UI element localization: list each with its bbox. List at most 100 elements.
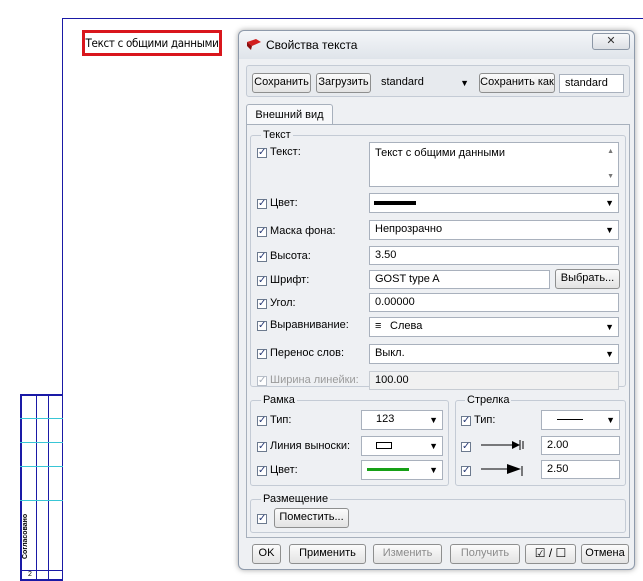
text-properties-dialog: Свойства текста ✕ Сохранить Загрузить st… (238, 30, 635, 570)
save-button[interactable]: Сохранить (252, 73, 311, 93)
angle-label: Угол: (270, 297, 296, 309)
height-input[interactable]: 3.50 (369, 246, 619, 265)
grid-line (20, 442, 63, 443)
angle-checkbox[interactable]: ✓ (257, 299, 267, 309)
apply-button[interactable]: Применить (289, 544, 366, 564)
text-content-value: Текст с общими данными (375, 147, 505, 159)
mask-label: Маска фона: (270, 225, 336, 237)
style-select-value: standard (381, 76, 424, 88)
wrap-checkbox[interactable]: ✓ (257, 349, 267, 359)
font-label: Шрифт: (270, 274, 310, 286)
chevron-down-icon: ▼ (605, 322, 614, 332)
frame-type-label: Тип: (270, 414, 292, 426)
arrow-type-select[interactable]: ▼ (541, 410, 620, 430)
scroll-down-icon[interactable]: ▼ (607, 170, 614, 184)
placement-group-title: Размещение (261, 493, 331, 505)
cancel-button[interactable]: Отмена (581, 544, 629, 564)
arrow-size2-input[interactable]: 2.50 (541, 460, 620, 479)
toggle-all-checkboxes-button[interactable]: ☑ / ☐ (525, 544, 576, 564)
text-checkbox[interactable]: ✓ (257, 148, 267, 158)
leader-checkbox[interactable]: ✓ (257, 442, 267, 452)
frame-color-label: Цвет: (270, 464, 298, 476)
choose-font-button[interactable]: Выбрать... (555, 269, 620, 289)
chevron-down-icon: ▼ (429, 441, 438, 451)
line-width-input: 100.00 (369, 371, 619, 390)
dialog-titlebar[interactable]: Свойства текста ✕ (239, 31, 634, 59)
line-width-label: Ширина линейки: (270, 374, 359, 386)
arrow-size1-input[interactable]: 2.00 (541, 436, 620, 455)
arrow-size1-checkbox[interactable]: ✓ (461, 442, 471, 452)
text-group-title: Текст (261, 129, 293, 141)
modify-button: Изменить (373, 544, 442, 564)
grid-line (20, 500, 63, 501)
frame-group-title: Рамка (261, 394, 297, 406)
font-input[interactable]: GOST type A (369, 270, 550, 289)
frame-color-checkbox[interactable]: ✓ (257, 466, 267, 476)
height-label: Высота: (270, 250, 311, 262)
color-label: Цвет: (270, 197, 298, 209)
chevron-down-icon: ▼ (429, 415, 438, 425)
scroll-up-icon[interactable]: ▲ (607, 145, 614, 159)
leader-select[interactable]: ▼ (361, 436, 443, 456)
placement-checkbox[interactable]: ✓ (257, 514, 267, 524)
frame-type-select[interactable]: 123 ▼ (361, 410, 443, 430)
frame-type-value: 123 (376, 413, 395, 425)
sheet-border-top (62, 18, 643, 19)
ok-button[interactable]: OK (252, 544, 281, 564)
place-button[interactable]: Поместить... (274, 508, 349, 528)
close-button[interactable]: ✕ (592, 33, 630, 50)
color-checkbox[interactable]: ✓ (257, 199, 267, 209)
grid-line (20, 570, 63, 571)
stamp-vertical-text: Согласовано (22, 513, 29, 559)
text-label: Текст: (270, 146, 301, 158)
align-select[interactable]: ≡ Слева ▼ (369, 317, 619, 337)
save-as-name-input[interactable]: standard (559, 74, 624, 93)
arrow-end-icon (481, 464, 523, 476)
tab-appearance[interactable]: Внешний вид (246, 104, 333, 125)
stamp-inner-line (48, 394, 49, 581)
chevron-down-icon: ▼ (605, 349, 614, 359)
dialog-title: Свойства текста (266, 38, 358, 52)
mask-select[interactable]: Непрозрачно ▼ (369, 220, 619, 240)
height-checkbox[interactable]: ✓ (257, 252, 267, 262)
canvas-text-object[interactable]: Текст с общими данными (82, 30, 222, 56)
wrap-select[interactable]: Выкл. ▼ (369, 344, 619, 364)
align-label: Выравнивание: (270, 319, 349, 331)
frame-color-select[interactable]: ▼ (361, 460, 443, 480)
arrow-group-title: Стрелка (465, 394, 512, 406)
chevron-down-icon: ▼ (606, 415, 615, 425)
frame-type-checkbox[interactable]: ✓ (257, 416, 267, 426)
chevron-down-icon: ▼ (605, 225, 614, 235)
save-as-button[interactable]: Сохранить как (479, 73, 555, 93)
wrap-label: Перенос слов: (270, 347, 345, 359)
align-select-value: Слева (390, 320, 423, 332)
mask-checkbox[interactable]: ✓ (257, 227, 267, 237)
wrap-select-value: Выкл. (375, 347, 405, 359)
angle-input[interactable]: 0.00000 (369, 293, 619, 312)
chevron-down-icon: ▼ (429, 465, 438, 475)
stamp-number: 2 (28, 571, 32, 578)
align-checkbox[interactable]: ✓ (257, 321, 267, 331)
line-width-checkbox: ✓ (257, 375, 267, 386)
stamp-inner-line (36, 394, 37, 581)
text-tool-icon (247, 39, 261, 50)
get-button: Получить (450, 544, 520, 564)
leader-box-icon (376, 442, 392, 449)
arrow-line-swatch (557, 419, 583, 420)
arrow-size2-checkbox[interactable]: ✓ (461, 466, 471, 476)
arrow-start-icon (481, 440, 524, 450)
align-left-icon: ≡ (375, 320, 382, 332)
color-swatch (374, 201, 416, 205)
mask-select-value: Непрозрачно (375, 223, 443, 235)
arrow-type-checkbox[interactable]: ✓ (461, 416, 471, 426)
font-checkbox[interactable]: ✓ (257, 276, 267, 286)
text-content-area[interactable]: Текст с общими данными ▲ ▼ (369, 142, 619, 187)
chevron-down-icon: ▼ (460, 78, 469, 88)
load-button[interactable]: Загрузить (316, 73, 371, 93)
chevron-down-icon: ▼ (605, 198, 614, 208)
frame-color-swatch (367, 468, 409, 471)
close-icon: ✕ (606, 35, 616, 47)
text-color-select[interactable]: ▼ (369, 193, 619, 213)
grid-line (20, 418, 63, 419)
style-select[interactable]: standard ▼ (375, 73, 474, 93)
